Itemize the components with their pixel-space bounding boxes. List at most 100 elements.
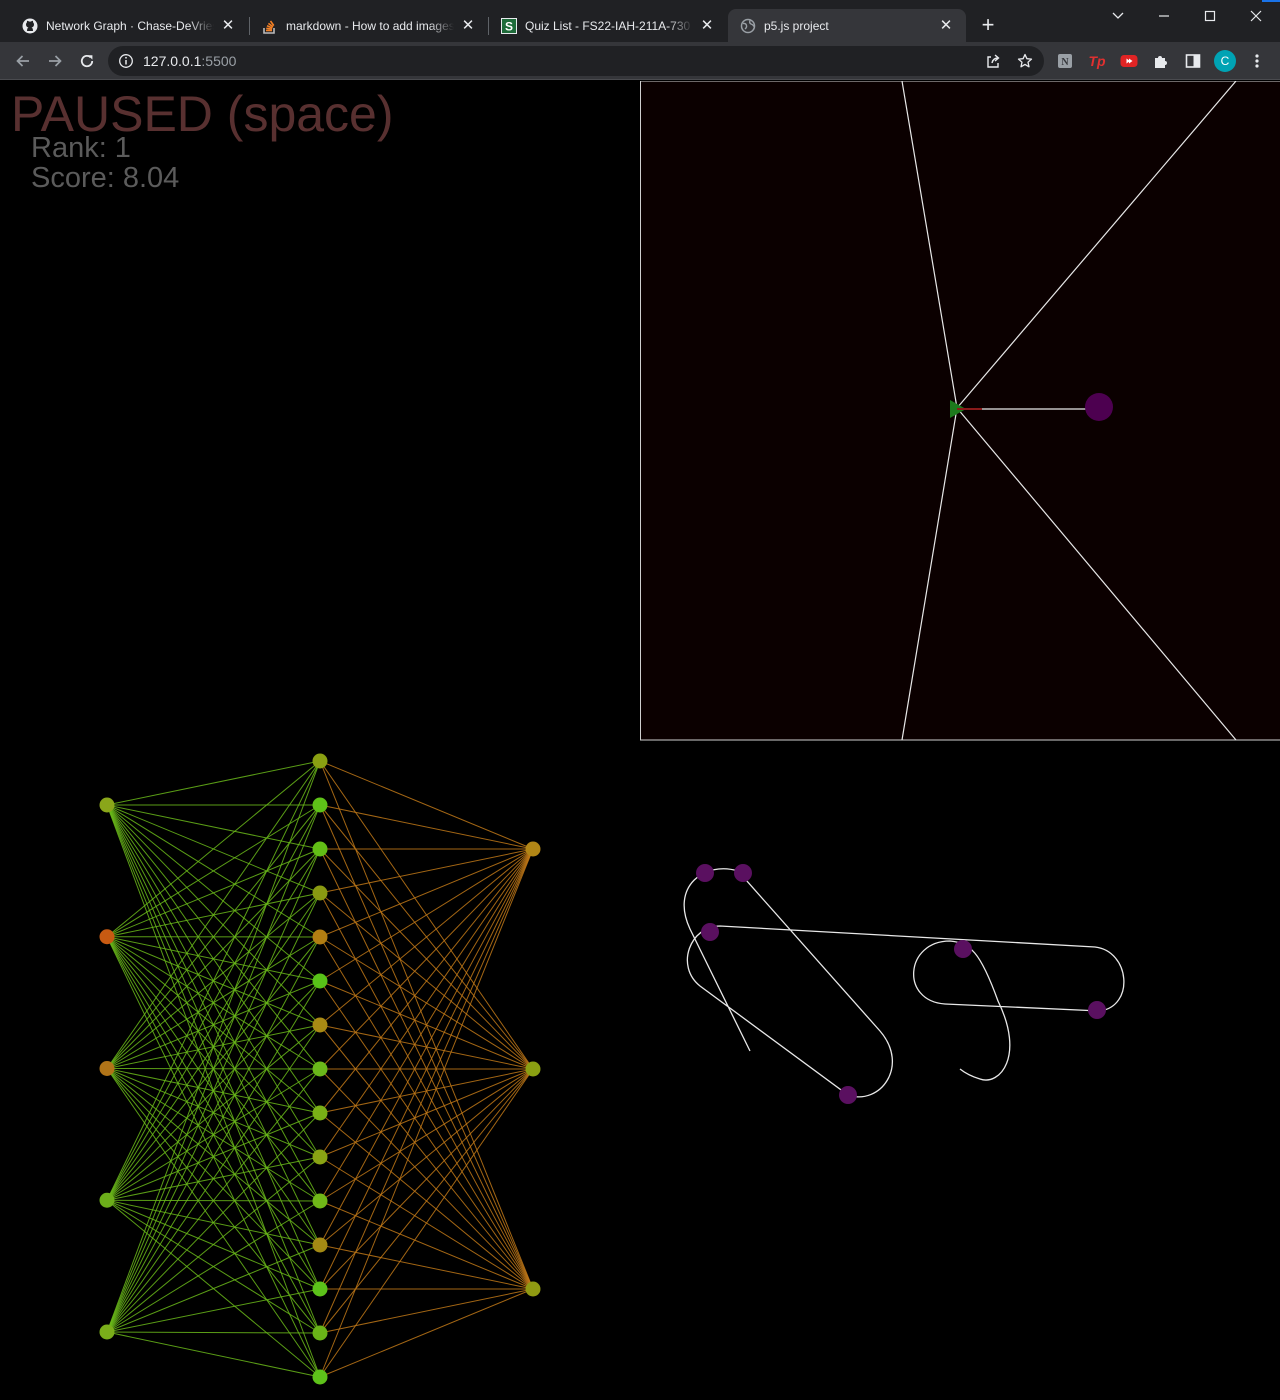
hidden-node [312,1149,328,1165]
stackoverflow-icon [262,18,278,34]
network-edge [319,848,534,1202]
path-point [696,864,714,882]
forward-button[interactable] [41,47,69,75]
hidden-node [312,973,328,989]
hidden-node [312,841,328,857]
globe-icon [740,18,756,34]
tab-title: markdown - How to add images [286,18,454,33]
input-node [99,1192,115,1208]
minimize-window-button[interactable] [1149,4,1179,28]
input-node [99,1324,115,1340]
maximize-window-button[interactable] [1195,4,1225,28]
path-point [954,940,972,958]
network-edge [319,848,534,938]
hidden-node [312,1193,328,1209]
close-window-button[interactable] [1241,4,1271,28]
tab-search-icon[interactable] [1103,4,1133,28]
tab-close-icon[interactable]: ✕ [460,17,476,34]
quiz-s-icon: S [501,17,517,34]
hidden-node [312,1237,328,1253]
p5-canvas[interactable]: PAUSED (space) Rank: 1 Score: 8.04 [0,81,1280,1400]
forward-arrow-icon [49,55,62,67]
path-line [683,868,1125,1098]
rank-value: 1 [114,132,131,164]
hidden-node [312,1369,328,1385]
bookmark-star-icon[interactable] [1017,53,1033,69]
site-info-icon[interactable] [118,53,134,69]
tab-quiz-list[interactable]: S Quiz List - FS22-IAH-211A-730 - ✕ [489,9,727,42]
path-trace [683,864,1125,1104]
network-edge [319,848,534,1378]
tab-title: Quiz List - FS22-IAH-211A-730 - [525,18,693,33]
network-edge [319,1244,534,1290]
network-edge [319,1288,534,1334]
network-edge [106,1244,321,1333]
address-bar[interactable]: 127.0.0.1:5500 [108,46,1044,76]
hidden-node [312,797,328,813]
network-edge [319,848,534,1246]
input-node [99,929,115,945]
network-edge [319,804,534,850]
agent-viewport [640,81,1280,741]
tab-network-graph[interactable]: Network Graph · Chase-DeVries/N ✕ [10,9,248,42]
network-edge [106,1331,321,1334]
hidden-node [312,929,328,945]
new-tab-button[interactable]: + [976,13,1000,37]
rank-label: Rank: [31,132,107,164]
browser-menu-icon[interactable] [1247,51,1267,71]
network-edge [319,1068,534,1202]
share-icon[interactable] [985,53,1001,69]
svg-text:S: S [505,19,513,33]
back-arrow-icon [16,55,29,67]
svg-text:N: N [1061,57,1069,68]
network-edge [319,848,534,1334]
network-edge [106,980,321,1333]
network-edge [106,848,321,938]
svg-text:Tp: Tp [1088,53,1106,69]
notion-icon[interactable]: N [1055,51,1075,71]
network-edge [106,1112,321,1333]
hidden-node [312,1281,328,1297]
youtube-ext-icon[interactable] [1119,51,1139,71]
score-label: Score: [31,162,115,194]
rank-stat: Rank: 1 [31,132,131,165]
network-edge [319,848,534,1026]
network-edge [319,848,534,1158]
tab-close-icon[interactable]: ✕ [220,17,236,34]
network-edge [106,760,321,1333]
output-node [525,1061,541,1077]
tab-close-icon[interactable]: ✕ [699,17,715,34]
hidden-node [312,1017,328,1033]
sketch-drawing [99,81,1280,1385]
browser-tab-strip: Network Graph · Chase-DeVries/N ✕ markdo… [0,0,1280,42]
url-port: :5500 [201,53,237,69]
reload-icon [80,54,94,68]
network-edge [106,1156,321,1333]
tab-close-icon[interactable]: ✕ [938,17,954,34]
network-edge [319,1288,534,1378]
network-edge [319,848,534,1114]
network-edge [106,1331,321,1378]
hidden-node [312,885,328,901]
profile-avatar[interactable]: C [1214,50,1236,72]
tab-p5js-project[interactable]: p5.js project ✕ [728,9,966,42]
path-point [734,864,752,882]
network-edge [319,1200,534,1290]
score-value: 8.04 [122,162,180,194]
network-edge [319,848,534,894]
network-edge [319,1068,534,1334]
score-stat: Score: 8.04 [31,162,179,195]
network-edge [106,848,321,1333]
tp-icon[interactable]: Tp [1087,51,1107,71]
network-edge [319,760,534,850]
path-point [839,1086,857,1104]
sidepanel-icon[interactable] [1183,51,1203,71]
network-edge [319,1068,534,1246]
window-accent-bar [1262,0,1280,2]
reload-button[interactable] [73,47,101,75]
puzzle-icon[interactable] [1151,51,1171,71]
address-url[interactable]: 127.0.0.1:5500 [143,53,236,69]
github-icon [22,18,38,34]
tab-markdown-images[interactable]: markdown - How to add images ✕ [250,9,488,42]
back-button[interactable] [9,47,37,75]
